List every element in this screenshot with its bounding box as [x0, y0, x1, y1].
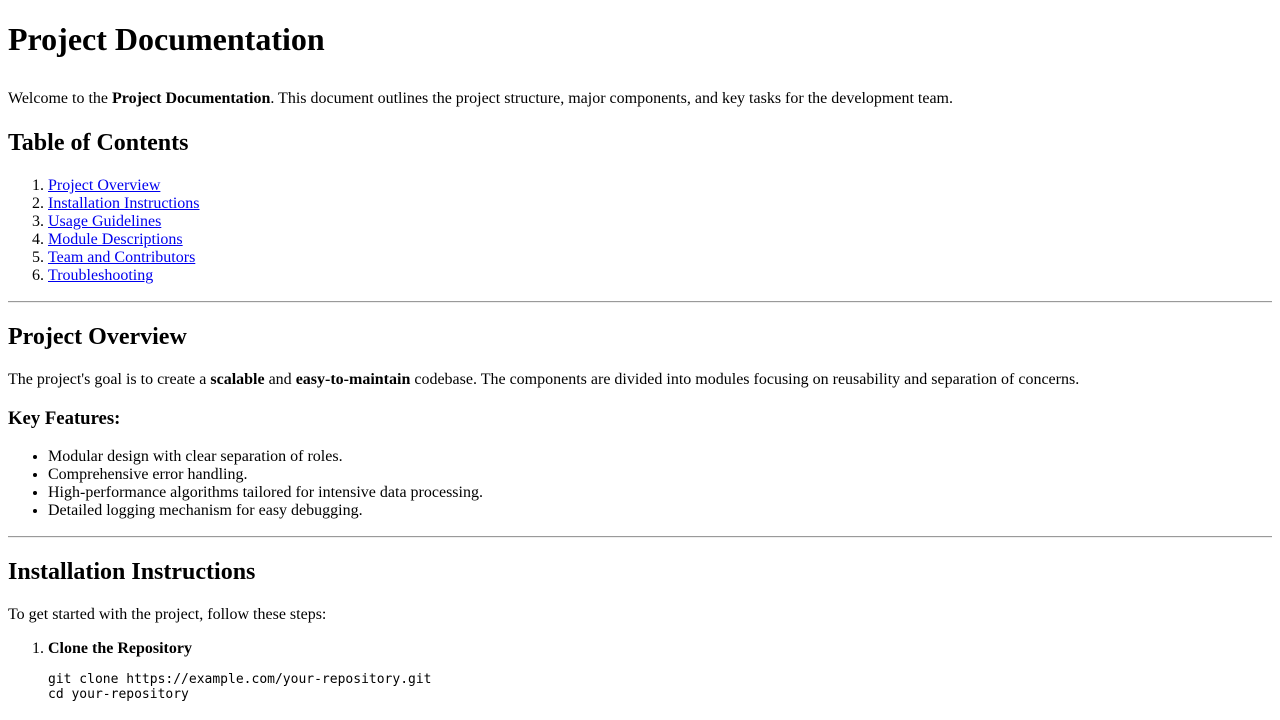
document-page: Project Documentation Welcome to the Pro… — [8, 0, 1272, 702]
overview-bold-scalable: scalable — [210, 371, 265, 388]
toc-link-module-descriptions[interactable]: Module Descriptions — [48, 231, 183, 248]
toc-item: Team and Contributors — [48, 249, 1272, 267]
installation-paragraph: To get started with the project, follow … — [8, 606, 327, 623]
toc-item: Troubleshooting — [48, 267, 1272, 285]
section-divider — [8, 536, 1272, 538]
section-divider — [8, 301, 1272, 303]
toc-item: Project Overview — [48, 177, 1272, 195]
intro-bold: Project Documentation — [112, 90, 271, 107]
overview-bold-maintain: easy-to-maintain — [295, 371, 411, 388]
installation-steps-list: Clone the Repository git clone https://e… — [8, 640, 1272, 702]
feature-item: Modular design with clear separation of … — [48, 448, 1272, 466]
page-title: Project Documentation — [8, 21, 325, 57]
overview-text-1: The project's goal is to create a — [8, 371, 211, 388]
feature-item: Comprehensive error handling. — [48, 466, 1272, 484]
intro-text-before: Welcome to the — [8, 90, 113, 107]
intro-paragraph: Welcome to the Project Documentation. Th… — [8, 90, 1272, 108]
toc-link-installation-instructions[interactable]: Installation Instructions — [48, 195, 200, 212]
overview-text-2: and — [264, 371, 296, 388]
toc-heading: Table of Contents — [8, 130, 189, 156]
toc-list: Project Overview Installation Instructio… — [8, 177, 1272, 285]
toc-link-troubleshooting[interactable]: Troubleshooting — [48, 267, 153, 284]
installation-heading: Installation Instructions — [8, 559, 256, 585]
feature-item: Detailed logging mechanism for easy debu… — [48, 502, 1272, 520]
key-features-heading: Key Features: — [8, 408, 121, 429]
toc-link-usage-guidelines[interactable]: Usage Guidelines — [48, 213, 161, 230]
overview-paragraph: The project's goal is to create a scalab… — [8, 371, 1272, 389]
installation-step: Clone the Repository git clone https://e… — [48, 640, 1272, 702]
code-block: git clone https://example.com/your-repos… — [48, 672, 432, 702]
toc-item: Installation Instructions — [48, 195, 1272, 213]
step-title: Clone the Repository — [48, 640, 192, 657]
toc-link-project-overview[interactable]: Project Overview — [48, 177, 160, 194]
key-features-list: Modular design with clear separation of … — [8, 448, 1272, 520]
toc-item: Module Descriptions — [48, 231, 1272, 249]
toc-item: Usage Guidelines — [48, 213, 1272, 231]
intro-text-after: . This document outlines the project str… — [270, 90, 953, 107]
toc-link-team-and-contributors[interactable]: Team and Contributors — [48, 249, 195, 266]
overview-heading: Project Overview — [8, 324, 187, 350]
feature-item: High-performance algorithms tailored for… — [48, 484, 1272, 502]
overview-text-3: codebase. The components are divided int… — [410, 371, 1080, 388]
